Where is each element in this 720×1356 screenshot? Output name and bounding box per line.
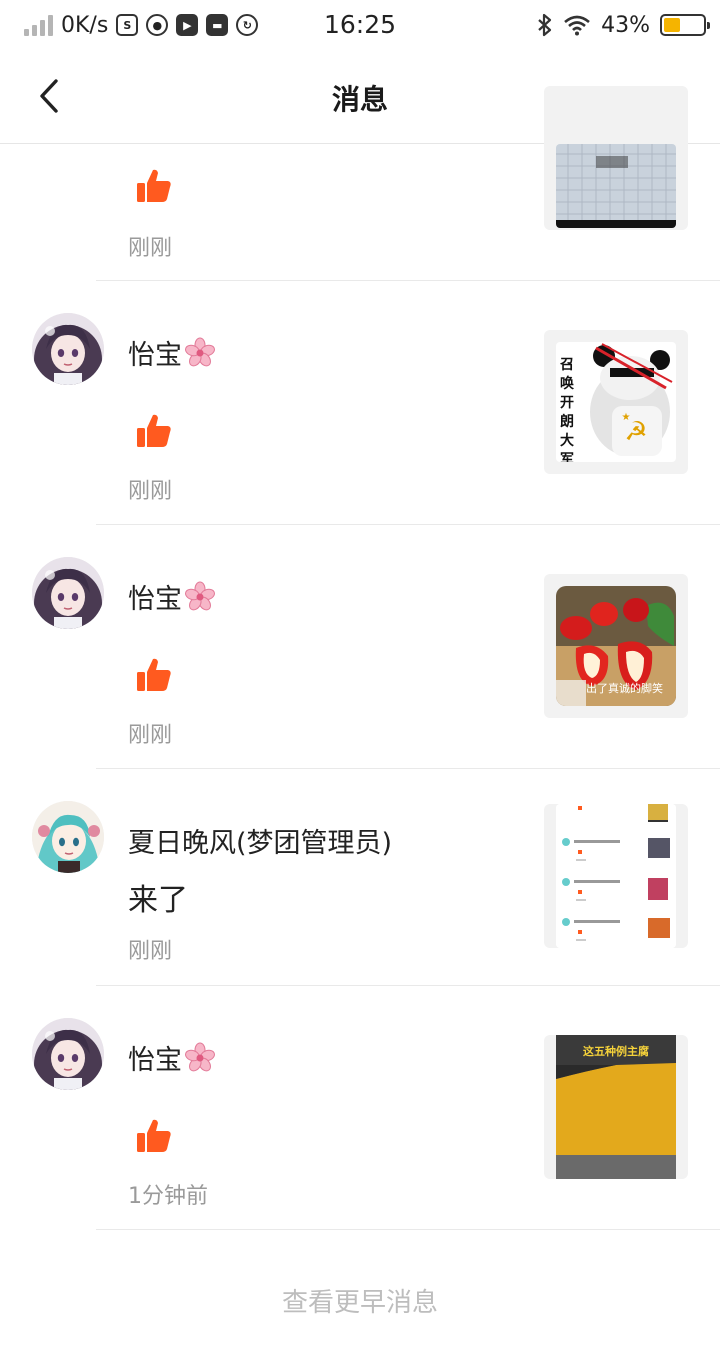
- thumbs-up-icon: [137, 658, 171, 691]
- sender-name-text: 怡宝: [128, 340, 182, 371]
- thumbnail-caption: 这五种例主腐: [583, 1045, 649, 1058]
- thumbs-up-icon: [137, 169, 171, 202]
- avatar[interactable]: [32, 801, 104, 873]
- post-thumbnail[interactable]: ☭ ★ 召唤开朗大军: [544, 330, 688, 474]
- message-time: 刚刚: [128, 479, 173, 504]
- thumbnail-caption: 出了真诚的脚笑: [586, 682, 663, 695]
- message-item[interactable]: 怡宝 1分钟前 这五种例主腐: [0, 986, 720, 1230]
- sender-name[interactable]: 怡宝: [128, 577, 216, 616]
- post-thumbnail[interactable]: 这五种例主腐: [544, 1035, 688, 1179]
- message-time: 刚刚: [128, 939, 173, 964]
- divider: [96, 1229, 720, 1230]
- status-bar: 0K/s S ● ▶ ▬ ↻ 16:25 43%: [0, 0, 720, 50]
- cherry-blossom-icon: [185, 1042, 215, 1071]
- sender-name[interactable]: 怡宝: [128, 333, 216, 372]
- battery-icon: [660, 14, 710, 36]
- svg-text:★: ★: [622, 412, 631, 423]
- avatar[interactable]: [32, 557, 104, 629]
- message-time: 刚刚: [128, 723, 173, 748]
- status-right: 43%: [537, 10, 710, 40]
- thumbs-up-icon: [137, 414, 171, 447]
- post-thumbnail[interactable]: 出了真诚的脚笑: [544, 574, 688, 718]
- avatar[interactable]: [32, 1018, 104, 1090]
- message-item[interactable]: 怡宝 刚刚 ☭ ★ 召唤开朗大军: [0, 281, 720, 525]
- screenshot-thumbnail-image: [556, 804, 676, 948]
- grid-thumbnail-image: [556, 144, 676, 228]
- avatar[interactable]: [32, 313, 104, 385]
- sender-name[interactable]: 夏日晚风(梦团管理员): [128, 821, 392, 860]
- comment-text: 来了: [128, 883, 188, 918]
- wifi-icon: [564, 15, 590, 36]
- post-thumbnail[interactable]: [544, 86, 688, 230]
- message-time: 刚刚: [128, 236, 173, 261]
- view-earlier-messages-link[interactable]: 查看更早消息: [0, 1282, 720, 1319]
- thumbnail-text: 召唤开朗大军: [560, 357, 574, 462]
- battery-fill: [664, 18, 681, 32]
- message-time: 1分钟前: [128, 1184, 208, 1209]
- sender-name-text: 怡宝: [128, 1045, 182, 1076]
- battery-percent: 43%: [601, 12, 650, 38]
- cherry-blossom-icon: [185, 581, 215, 610]
- message-item[interactable]: 刚刚: [0, 86, 720, 281]
- message-item[interactable]: 怡宝 刚刚 出了真诚的脚笑: [0, 525, 720, 769]
- sender-name[interactable]: 怡宝: [128, 1038, 216, 1077]
- thumbs-up-icon: [137, 1119, 171, 1152]
- post-thumbnail[interactable]: [544, 804, 688, 948]
- sender-name-text: 怡宝: [128, 584, 182, 615]
- sender-name-text: 夏日晚风(梦团管理员): [128, 828, 393, 859]
- cherry-blossom-icon: [185, 337, 215, 366]
- bluetooth-icon: [538, 13, 552, 37]
- message-item[interactable]: 夏日晚风(梦团管理员) 来了 刚刚: [0, 769, 720, 986]
